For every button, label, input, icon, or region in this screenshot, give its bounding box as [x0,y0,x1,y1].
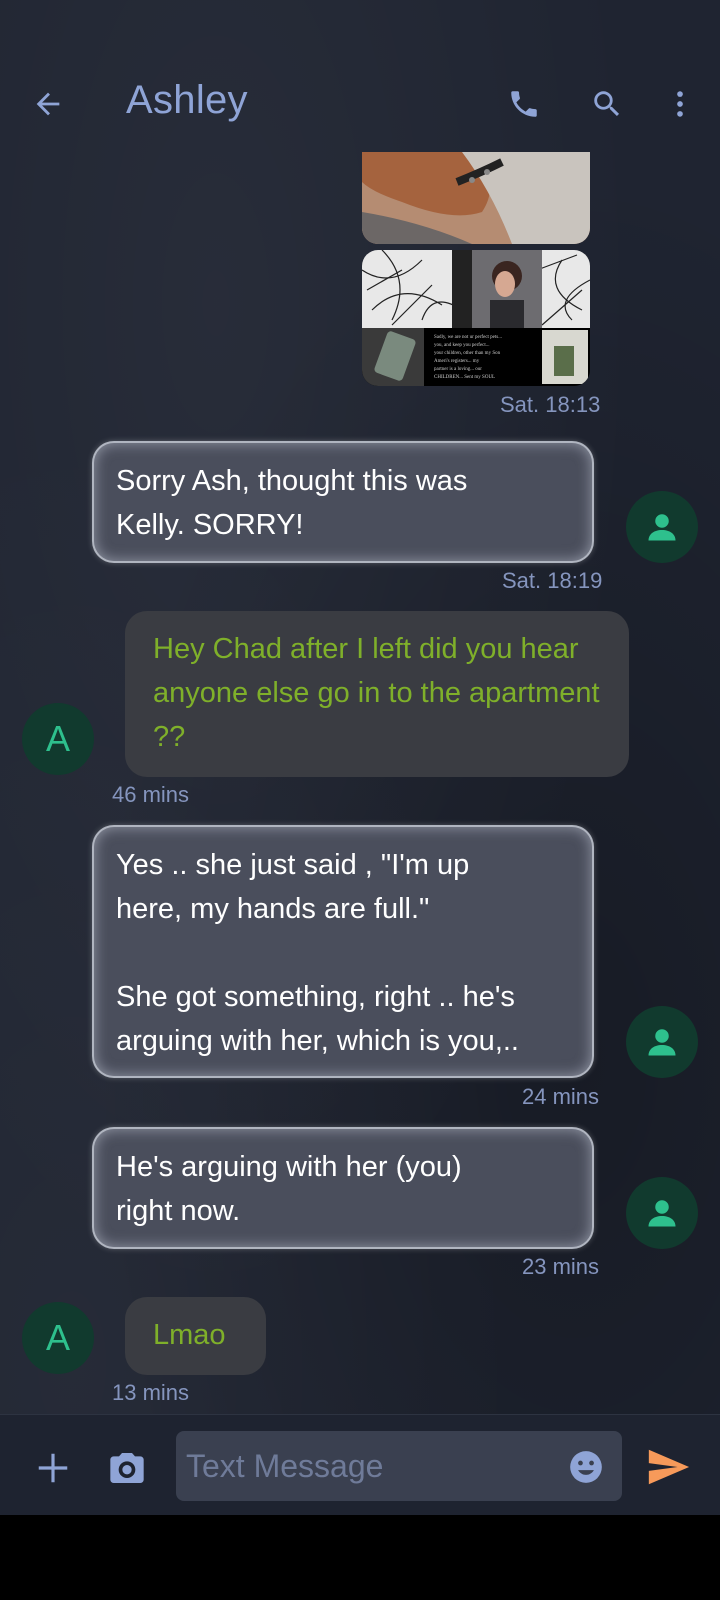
message-timestamp: 24 mins [522,1084,600,1109]
emoji-icon[interactable] [564,1445,608,1489]
image-attachment-dog[interactable] [362,152,590,244]
person-icon [648,1029,676,1056]
svg-text:CHILDREN... Sent my SOUL: CHILDREN... Sent my SOUL [434,375,495,380]
camera-icon[interactable] [104,1445,150,1491]
phone-icon[interactable] [502,82,546,126]
outgoing-message[interactable]: He's arguing with her (you) right now. [92,1127,594,1249]
message-input[interactable] [176,1431,622,1501]
message-timestamp: 13 mins [112,1380,190,1405]
send-icon[interactable] [642,1441,694,1493]
svg-text:you, and keep you perfect...: you, and keep you perfect... [434,343,490,348]
contact-avatar[interactable]: A [22,703,94,775]
svg-text:partner is a loving... our: partner is a loving... our [434,367,482,372]
outgoing-message[interactable]: Yes .. she just said , "I'm up here, my … [92,825,594,1078]
person-icon [648,514,676,541]
more-options-icon[interactable] [658,82,702,126]
my-avatar[interactable] [626,1177,698,1249]
incoming-message[interactable]: Lmao [125,1297,266,1375]
message-timestamp: 23 mins [522,1254,600,1279]
incoming-message[interactable]: Hey Chad after I left did you hear anyon… [125,611,629,777]
app-bar: Ashley [0,60,720,144]
contact-name[interactable]: Ashley [126,78,248,123]
message-timestamp: Sat. 18:13 [500,392,601,417]
my-avatar[interactable] [626,491,698,563]
svg-text:your children, other than my S: your children, other than my Son [434,351,501,356]
svg-text:Sadly, we are not ur perfect p: Sadly, we are not ur perfect pets... [434,335,502,340]
person-icon [648,1200,676,1227]
image-attachment-meme[interactable]: Sadly, we are not ur perfect pets... you… [362,250,590,386]
compose-bar [0,1414,720,1515]
svg-text:Ameri's registers... my: Ameri's registers... my [434,359,480,364]
message-timestamp: 46 mins [112,782,190,807]
add-attachment-icon[interactable] [30,1445,76,1491]
system-navigation-bar [0,1515,720,1600]
outgoing-message[interactable]: Sorry Ash, thought this was Kelly. SORRY… [92,441,594,563]
back-arrow-icon[interactable] [26,82,70,126]
message-timestamp: Sat. 18:19 [502,568,603,593]
my-avatar[interactable] [626,1006,698,1078]
search-icon[interactable] [585,82,629,126]
contact-avatar[interactable]: A [22,1302,94,1374]
